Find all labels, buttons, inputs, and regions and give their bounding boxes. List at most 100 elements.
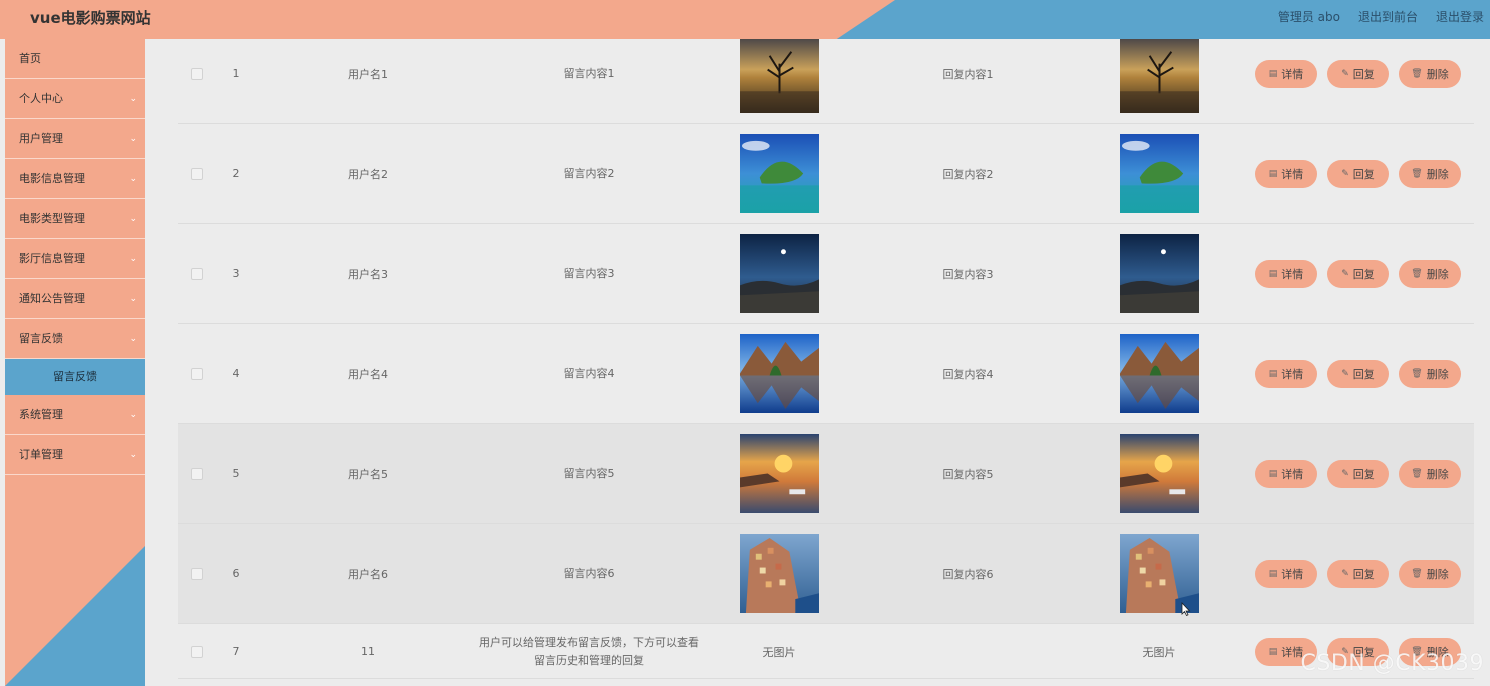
message-cell: 用户可以给管理发布留言反馈，下方可以查看留言历史和管理的回复 bbox=[479, 635, 699, 667]
table-row: 6 用户名6 留言内容6 回复内容6 ▤ 详情 ✎ 回复 🗑 删除 bbox=[178, 524, 1474, 624]
table-row: 3 用户名3 留言内容3 回复内容3 ▤ 详情 ✎ 回复 🗑 删除 bbox=[178, 224, 1474, 324]
delete-button-label: 删除 bbox=[1426, 67, 1449, 81]
detail-button-label: 详情 bbox=[1281, 567, 1304, 581]
reply-image[interactable] bbox=[1119, 234, 1199, 313]
pencil-icon: ✎ bbox=[1341, 468, 1349, 479]
delete-button[interactable]: 🗑 删除 bbox=[1399, 637, 1461, 666]
document-icon: ▤ bbox=[1268, 468, 1278, 479]
reply-cell: 回复内容6 bbox=[942, 567, 994, 581]
delete-button-label: 删除 bbox=[1426, 367, 1449, 381]
message-image[interactable] bbox=[739, 434, 819, 513]
pencil-icon: ✎ bbox=[1341, 368, 1349, 379]
row-index: 3 bbox=[232, 267, 240, 280]
reply-button[interactable]: ✎ 回复 bbox=[1327, 59, 1389, 88]
sidebar-item-personal[interactable]: 个人中心 ⌄ bbox=[5, 79, 145, 119]
trash-icon: 🗑 bbox=[1411, 368, 1423, 379]
delete-button[interactable]: 🗑 删除 bbox=[1399, 459, 1461, 488]
sidebar-item-label: 通知公告管理 bbox=[19, 292, 85, 305]
row-index: 4 bbox=[232, 367, 240, 380]
chevron-down-icon: ⌄ bbox=[129, 174, 137, 184]
detail-button[interactable]: ▤ 详情 bbox=[1255, 637, 1317, 666]
delete-button[interactable]: 🗑 删除 bbox=[1399, 359, 1461, 388]
reply-image[interactable] bbox=[1119, 434, 1199, 513]
reply-button[interactable]: ✎ 回复 bbox=[1327, 359, 1389, 388]
username-cell: 用户名6 bbox=[348, 567, 388, 581]
message-image[interactable] bbox=[739, 134, 819, 213]
row-checkbox[interactable] bbox=[191, 467, 203, 480]
reply-button[interactable]: ✎ 回复 bbox=[1327, 459, 1389, 488]
sidebar-item-label: 个人中心 bbox=[19, 92, 63, 105]
trash-icon: 🗑 bbox=[1411, 468, 1423, 479]
detail-button-label: 详情 bbox=[1281, 467, 1304, 481]
trash-icon: 🗑 bbox=[1411, 68, 1423, 79]
sidebar-item-notices[interactable]: 通知公告管理 ⌄ bbox=[5, 279, 145, 319]
row-index: 5 bbox=[232, 467, 240, 480]
sidebar-item-users[interactable]: 用户管理 ⌄ bbox=[5, 119, 145, 159]
delete-button[interactable]: 🗑 删除 bbox=[1399, 559, 1461, 588]
sidebar-item-label: 影厅信息管理 bbox=[19, 252, 85, 265]
row-checkbox[interactable] bbox=[191, 645, 203, 658]
detail-button[interactable]: ▤ 详情 bbox=[1255, 259, 1317, 288]
sidebar-item-home[interactable]: 首页 bbox=[5, 39, 145, 79]
reply-button-label: 回复 bbox=[1352, 167, 1375, 181]
delete-button[interactable]: 🗑 删除 bbox=[1399, 259, 1461, 288]
detail-button[interactable]: ▤ 详情 bbox=[1255, 359, 1317, 388]
mouse-cursor-icon bbox=[1181, 602, 1191, 616]
row-checkbox[interactable] bbox=[191, 367, 203, 380]
reply-cell bbox=[918, 624, 1018, 679]
exit-to-front-link[interactable]: 退出到前台 bbox=[1358, 8, 1418, 25]
message-image[interactable] bbox=[739, 534, 819, 613]
row-checkbox[interactable] bbox=[191, 167, 203, 180]
username-cell: 用户名5 bbox=[348, 467, 388, 481]
delete-button[interactable]: 🗑 删除 bbox=[1399, 59, 1461, 88]
table-row: 2 用户名2 留言内容2 回复内容2 ▤ 详情 ✎ 回复 🗑 删除 bbox=[178, 124, 1474, 224]
reply-button-label: 回复 bbox=[1352, 67, 1375, 81]
sidebar-subitem-feedback[interactable]: 留言反馈 bbox=[5, 359, 145, 395]
row-index: 6 bbox=[232, 567, 240, 580]
chevron-down-icon: ⌄ bbox=[129, 294, 137, 304]
sidebar-item-system[interactable]: 系统管理 ⌄ bbox=[5, 395, 145, 435]
reply-image[interactable] bbox=[1119, 334, 1199, 413]
detail-button[interactable]: ▤ 详情 bbox=[1255, 459, 1317, 488]
logout-link[interactable]: 退出登录 bbox=[1436, 8, 1484, 25]
sidebar-item-feedback[interactable]: 留言反馈 ⌄ bbox=[5, 319, 145, 359]
chevron-down-icon: ⌄ bbox=[129, 94, 137, 104]
message-image[interactable] bbox=[739, 334, 819, 413]
detail-button[interactable]: ▤ 详情 bbox=[1255, 59, 1317, 88]
reply-button[interactable]: ✎ 回复 bbox=[1327, 559, 1389, 588]
detail-button-label: 详情 bbox=[1281, 645, 1304, 659]
sidebar-item-orders[interactable]: 订单管理 ⌄ bbox=[5, 435, 145, 475]
header-actions: 管理员 abo 退出到前台 退出登录 bbox=[1278, 8, 1484, 25]
row-checkbox[interactable] bbox=[191, 67, 203, 80]
message-cell: 留言内容2 bbox=[563, 166, 615, 180]
reply-button[interactable]: ✎ 回复 bbox=[1327, 159, 1389, 188]
delete-button[interactable]: 🗑 删除 bbox=[1399, 159, 1461, 188]
sidebar-item-movie-types[interactable]: 电影类型管理 ⌄ bbox=[5, 199, 145, 239]
trash-icon: 🗑 bbox=[1411, 568, 1423, 579]
row-checkbox[interactable] bbox=[191, 567, 203, 580]
reply-button-label: 回复 bbox=[1352, 467, 1375, 481]
detail-button[interactable]: ▤ 详情 bbox=[1255, 159, 1317, 188]
sidebar-item-halls[interactable]: 影厅信息管理 ⌄ bbox=[5, 239, 145, 279]
row-checkbox[interactable] bbox=[191, 267, 203, 280]
chevron-down-icon: ⌄ bbox=[129, 254, 137, 264]
document-icon: ▤ bbox=[1268, 168, 1278, 179]
reply-button[interactable]: ✎ 回复 bbox=[1327, 637, 1389, 666]
message-image[interactable] bbox=[739, 234, 819, 313]
reply-button-label: 回复 bbox=[1352, 267, 1375, 281]
message-image[interactable] bbox=[739, 34, 819, 113]
reply-image[interactable] bbox=[1119, 34, 1199, 113]
username-cell: 11 bbox=[361, 645, 375, 658]
document-icon: ▤ bbox=[1268, 68, 1278, 79]
no-image-label: 无图片 bbox=[762, 645, 796, 659]
table-row: 7 11 用户可以给管理发布留言反馈，下方可以查看留言历史和管理的回复 无图片 … bbox=[178, 624, 1474, 679]
reply-cell: 回复内容3 bbox=[942, 267, 994, 281]
reply-cell: 回复内容4 bbox=[942, 367, 994, 381]
sidebar-item-label: 留言反馈 bbox=[19, 332, 63, 345]
detail-button[interactable]: ▤ 详情 bbox=[1255, 559, 1317, 588]
reply-image[interactable] bbox=[1119, 134, 1199, 213]
document-icon: ▤ bbox=[1268, 568, 1278, 579]
reply-button[interactable]: ✎ 回复 bbox=[1327, 259, 1389, 288]
sidebar-item-movies[interactable]: 电影信息管理 ⌄ bbox=[5, 159, 145, 199]
no-image-label: 无图片 bbox=[1142, 645, 1176, 659]
